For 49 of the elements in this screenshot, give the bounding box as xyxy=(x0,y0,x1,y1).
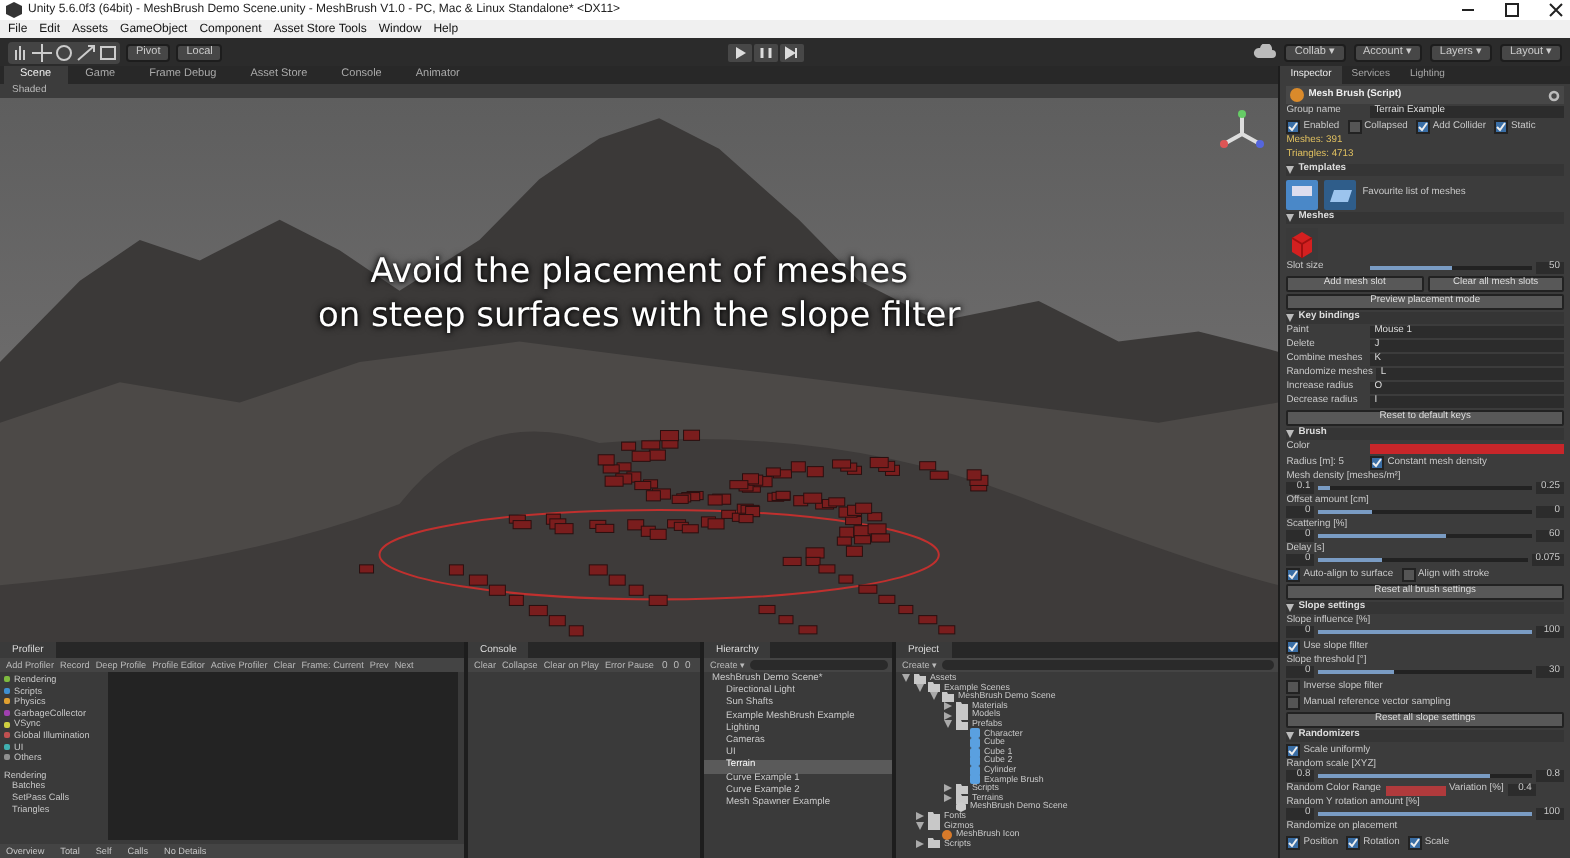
collapsed-arrow-icon[interactable] xyxy=(944,702,952,711)
expanded-arrow-icon[interactable] xyxy=(916,683,924,692)
checkbox[interactable] xyxy=(1286,120,1301,134)
checkbox[interactable] xyxy=(1494,120,1509,134)
rotate-icon[interactable] xyxy=(54,43,74,61)
script-icon xyxy=(1290,88,1305,102)
color-swatch[interactable] xyxy=(1385,785,1445,795)
checkbox[interactable] xyxy=(1286,744,1301,758)
play-icon[interactable] xyxy=(728,43,753,61)
checkbox[interactable] xyxy=(1370,456,1385,470)
pause-icon[interactable] xyxy=(754,43,779,61)
checkbox[interactable] xyxy=(1347,120,1362,134)
collapsed-arrow-icon[interactable] xyxy=(944,794,952,803)
rect-tool-icon[interactable] xyxy=(98,43,118,61)
maximize-icon[interactable] xyxy=(1504,2,1520,18)
checkbox[interactable] xyxy=(1346,836,1361,850)
foldout-arrow-icon[interactable] xyxy=(1286,214,1295,222)
checkbox[interactable] xyxy=(1407,836,1422,850)
checkbox[interactable] xyxy=(1415,120,1430,134)
step-icon[interactable] xyxy=(780,43,805,61)
foldout-arrow-icon[interactable] xyxy=(1286,166,1295,174)
collapsed-arrow-icon[interactable] xyxy=(944,711,952,720)
expanded-arrow-icon[interactable] xyxy=(930,692,938,701)
search-field[interactable] xyxy=(750,660,888,670)
collapsed-arrow-icon[interactable] xyxy=(944,784,952,793)
checkbox[interactable] xyxy=(1286,640,1301,654)
scale-icon[interactable] xyxy=(76,43,96,61)
cloud-icon[interactable] xyxy=(1252,44,1277,60)
expanded-arrow-icon[interactable] xyxy=(902,674,910,683)
collapsed-arrow-icon[interactable] xyxy=(916,839,924,848)
checkbox[interactable] xyxy=(1401,568,1416,582)
caption-text: Avoid the placement of meshes on steep surfaces with the slope filter xyxy=(315,250,963,338)
search-field[interactable] xyxy=(942,660,1275,670)
checkbox[interactable] xyxy=(1286,680,1301,694)
move-icon[interactable] xyxy=(32,43,52,61)
foldout-arrow-icon[interactable] xyxy=(1286,604,1295,612)
close-icon[interactable] xyxy=(1548,2,1564,18)
color-swatch[interactable] xyxy=(1370,443,1564,453)
collapsed-arrow-icon[interactable] xyxy=(916,812,924,821)
checkbox[interactable] xyxy=(1286,836,1301,850)
foldout-arrow-icon[interactable] xyxy=(1286,732,1295,740)
checkbox[interactable] xyxy=(1286,568,1301,582)
expanded-arrow-icon[interactable] xyxy=(916,821,924,830)
hand-icon[interactable] xyxy=(10,43,30,61)
foldout-arrow-icon[interactable] xyxy=(1286,430,1295,438)
foldout-arrow-icon[interactable] xyxy=(1286,314,1295,322)
settings-icon[interactable] xyxy=(1548,89,1560,101)
expanded-arrow-icon[interactable] xyxy=(944,720,952,729)
checkbox[interactable] xyxy=(1286,696,1301,710)
